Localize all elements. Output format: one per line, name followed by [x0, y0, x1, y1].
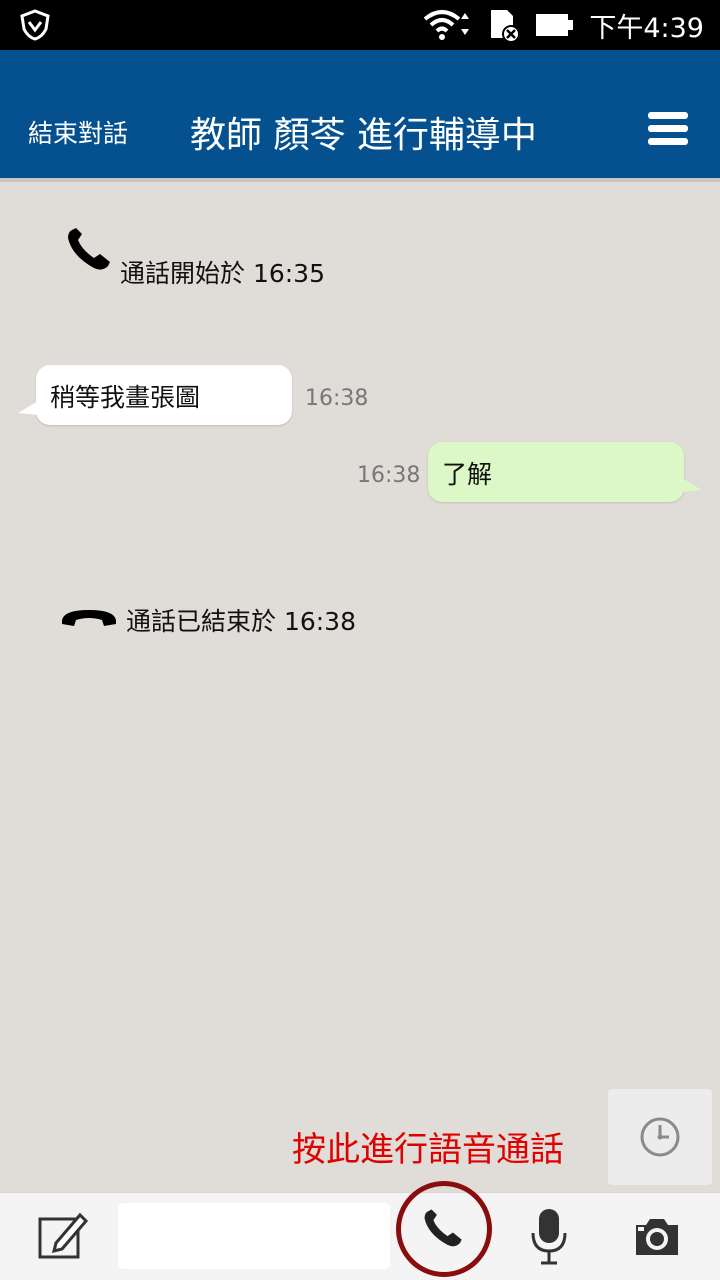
- menu-icon[interactable]: [648, 112, 690, 152]
- call-started-event: 通話開始於 16:35: [64, 226, 325, 290]
- history-button[interactable]: [608, 1089, 712, 1185]
- battery-icon: [536, 14, 574, 36]
- message-text: 了解: [442, 460, 493, 489]
- call-ended-text: 通話已結束於 16:38: [126, 607, 356, 636]
- chat-header: 結束對話 教師 顏苓 進行輔導中: [0, 50, 720, 178]
- status-bar: 下午4:39: [0, 0, 720, 50]
- microphone-icon[interactable]: [530, 1207, 568, 1267]
- call-started-text: 通話開始於 16:35: [120, 259, 325, 288]
- message-outgoing[interactable]: 了解: [428, 442, 702, 502]
- call-ended-event: 通話已結束於 16:38: [60, 602, 356, 638]
- phone-icon: [424, 1209, 462, 1247]
- voice-call-button[interactable]: [396, 1181, 492, 1277]
- message-time: 16:38: [357, 463, 421, 488]
- chat-area[interactable]: 通話開始於 16:35 稍等我畫張圖 16:38 了解 16:38 通話已結束於…: [0, 178, 720, 1192]
- camera-icon[interactable]: [632, 1217, 682, 1257]
- status-time: 下午4:39: [589, 12, 704, 44]
- hangup-icon: [62, 610, 116, 626]
- wifi-icon: [424, 10, 470, 40]
- message-time: 16:38: [305, 386, 369, 411]
- edit-icon[interactable]: [36, 1209, 88, 1261]
- shield-icon: [20, 9, 50, 41]
- voice-call-hint: 按此進行語音通話: [292, 1130, 564, 1170]
- sd-card-icon: [491, 10, 521, 42]
- clock-icon: [640, 1117, 680, 1157]
- end-chat-button[interactable]: 結束對話: [28, 114, 128, 150]
- phone-icon: [68, 228, 110, 270]
- message-text: 稍等我畫張圖: [50, 383, 201, 412]
- input-bar: [0, 1181, 720, 1280]
- page-title: 教師 顏苓 進行輔導中: [190, 115, 537, 156]
- message-incoming[interactable]: 稍等我畫張圖: [18, 365, 292, 425]
- message-input[interactable]: [118, 1203, 390, 1269]
